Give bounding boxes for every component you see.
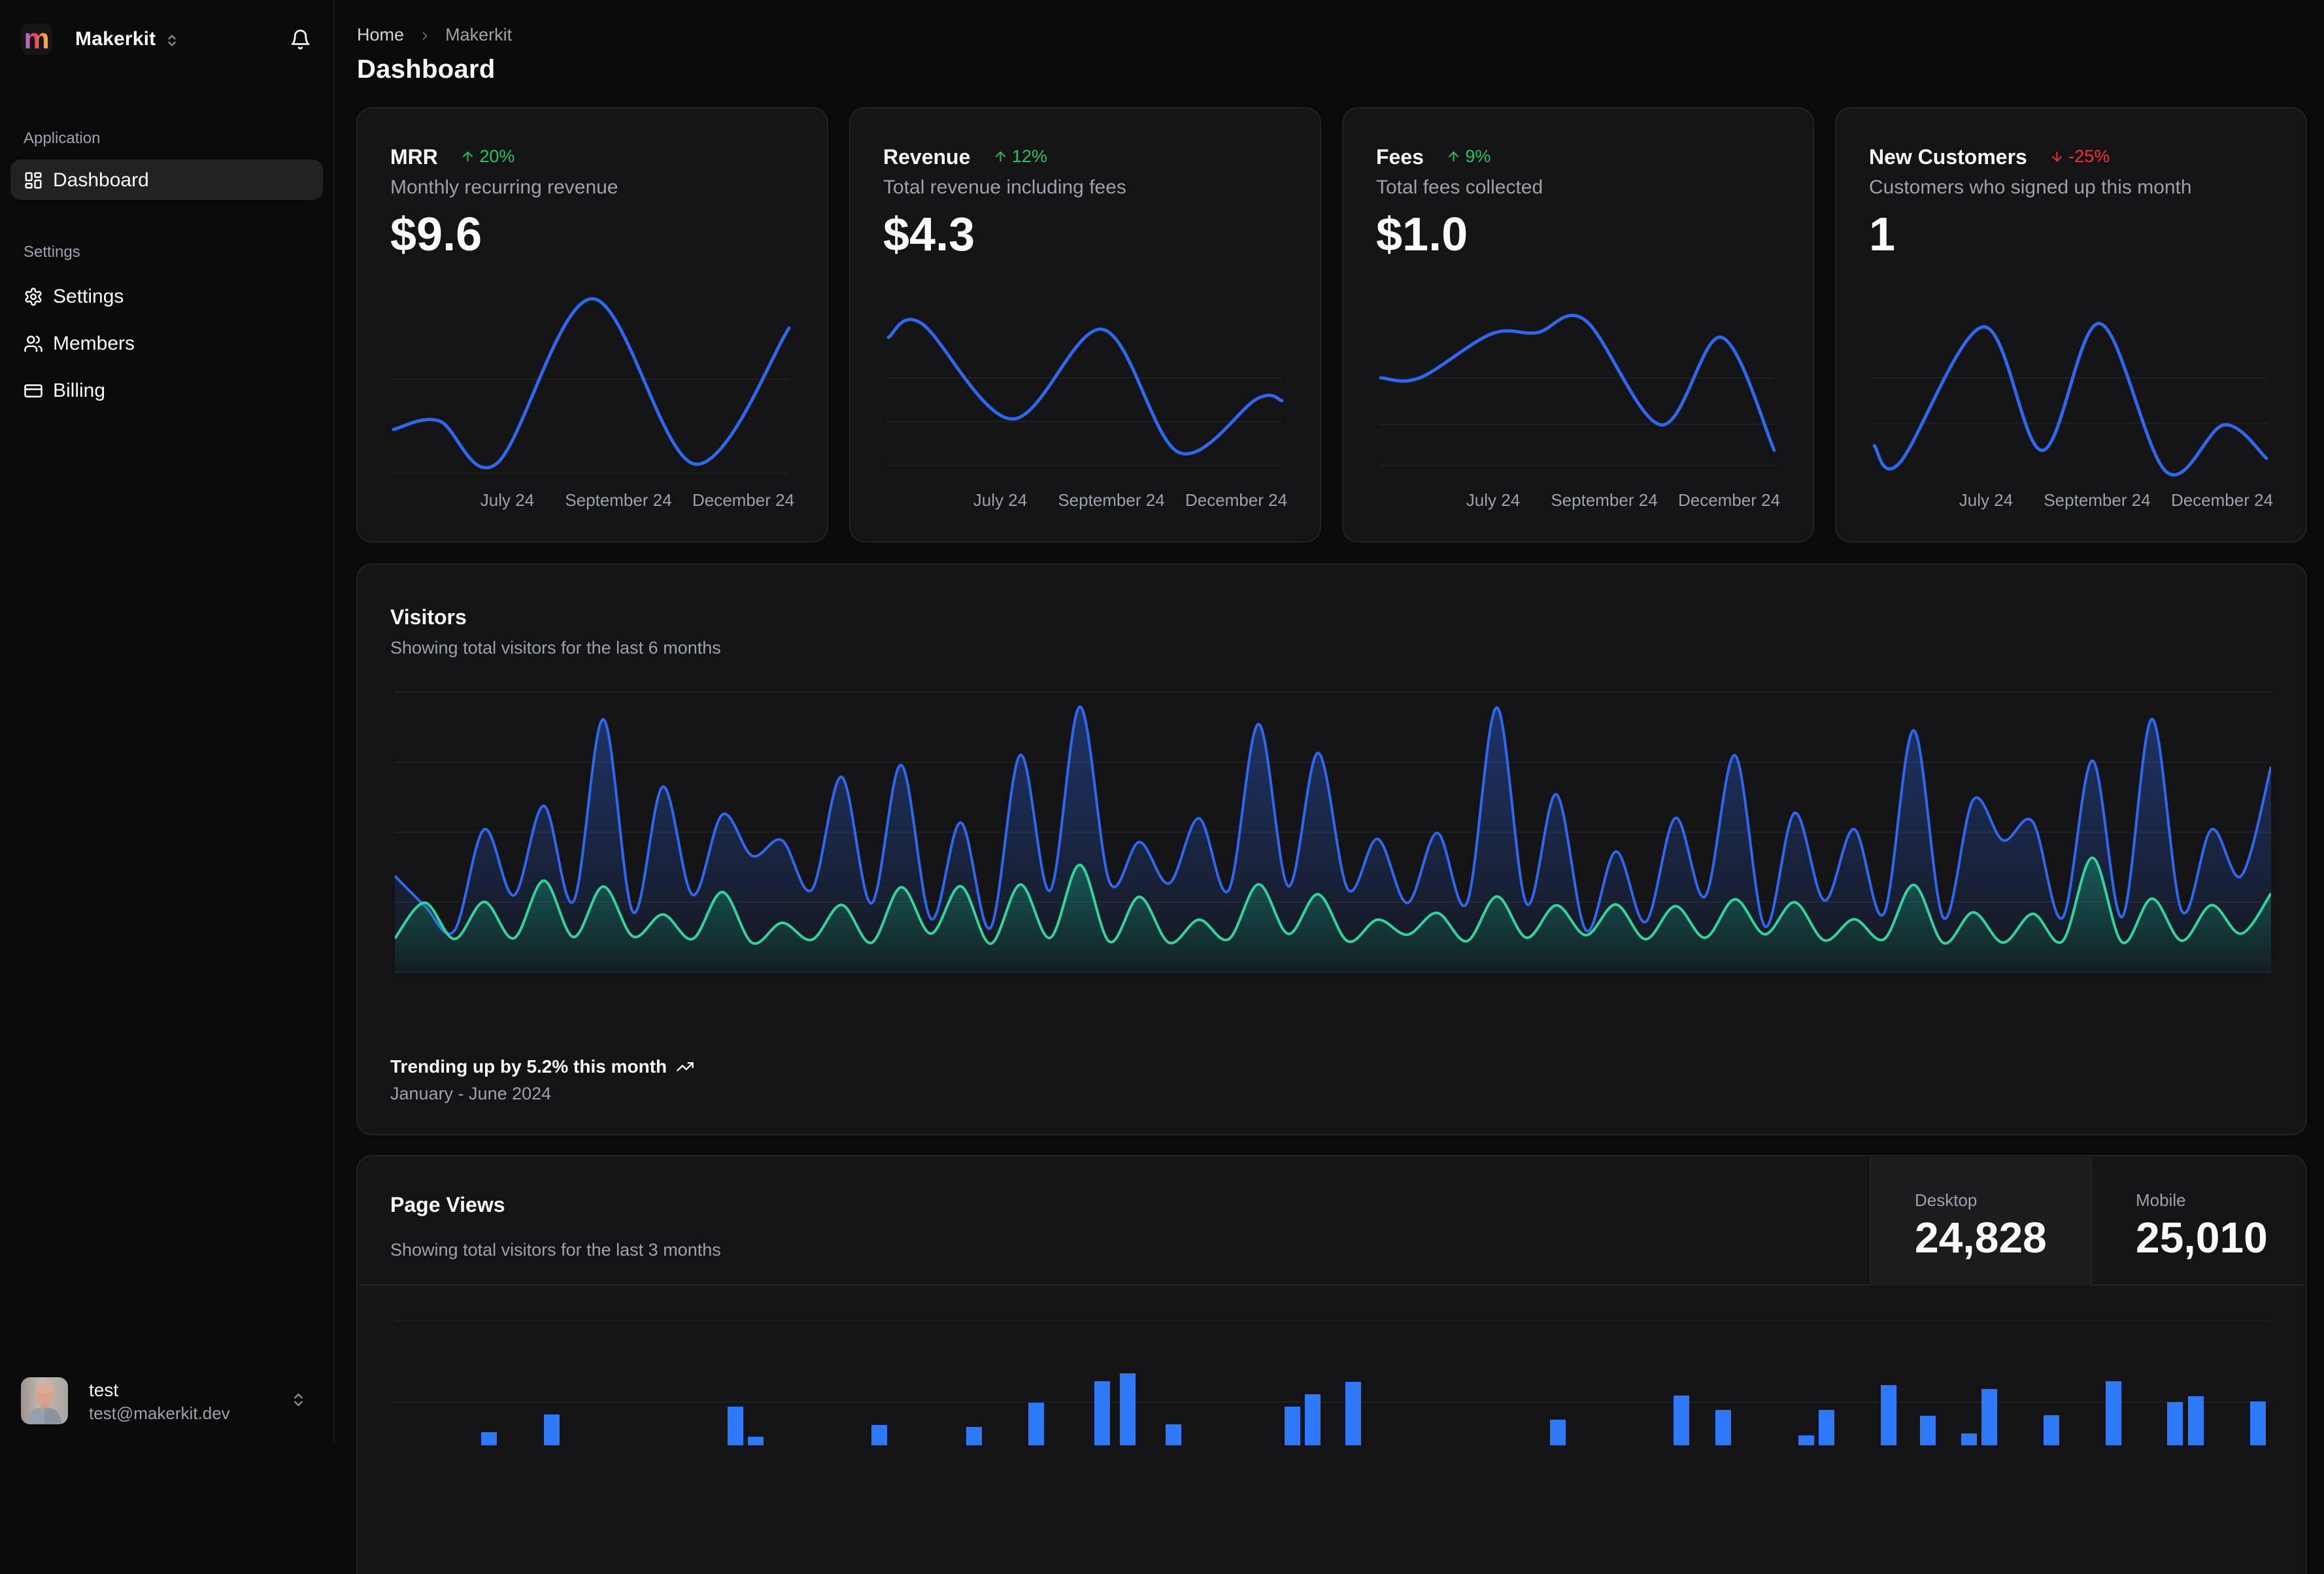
- svg-text:September 24: September 24: [565, 490, 671, 510]
- svg-text:July 24: July 24: [1959, 490, 2013, 510]
- svg-text:m: m: [24, 24, 49, 55]
- svg-text:December 24: December 24: [1678, 490, 1780, 510]
- svg-text:September 24: September 24: [1058, 490, 1164, 510]
- svg-text:September 24: September 24: [2044, 490, 2150, 510]
- svg-text:July 24: July 24: [1466, 490, 1520, 510]
- svg-text:July 24: July 24: [973, 490, 1027, 510]
- svg-text:July 24: July 24: [480, 490, 534, 510]
- svg-text:December 24: December 24: [692, 490, 794, 510]
- svg-text:December 24: December 24: [1185, 490, 1287, 510]
- svg-text:December 24: December 24: [2171, 490, 2273, 510]
- svg-text:September 24: September 24: [1551, 490, 1657, 510]
